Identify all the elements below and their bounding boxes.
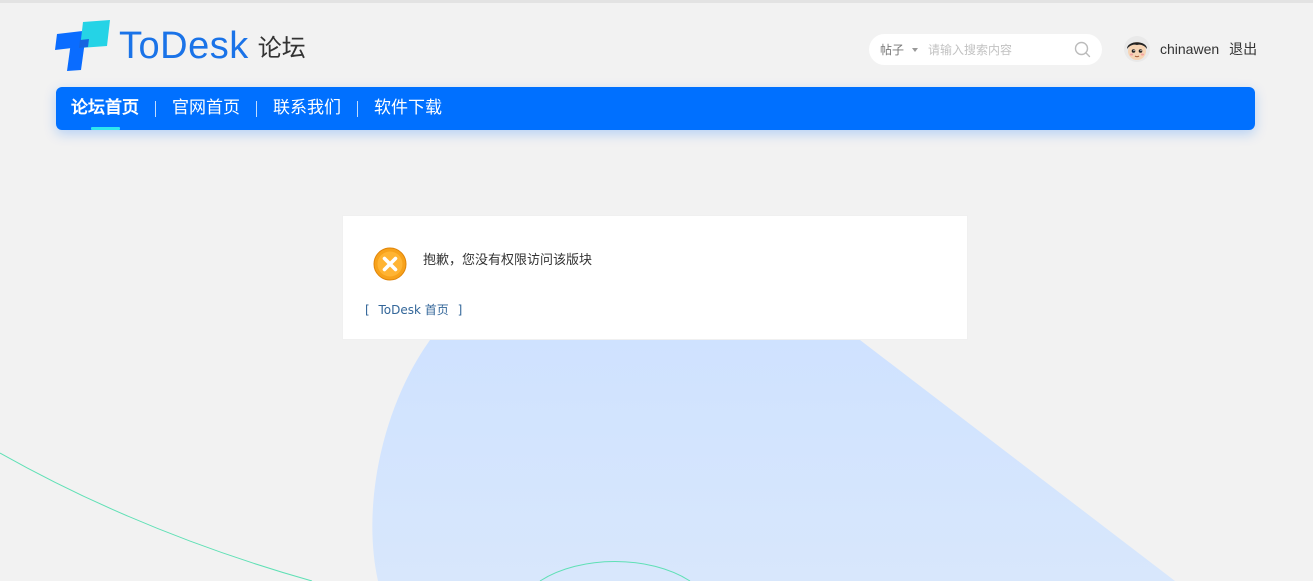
nav-item-official-site[interactable]: 官网首页: [156, 87, 256, 130]
search-box: 帖子: [869, 34, 1102, 65]
avatar[interactable]: [1124, 36, 1150, 62]
nav-item-label: 联系我们: [273, 98, 341, 118]
logout-link[interactable]: 退出: [1229, 39, 1257, 59]
home-link-container: [ ToDesk 首页 ]: [365, 301, 462, 318]
nav-item-label: 官网首页: [172, 98, 240, 118]
nav-item-forum-home[interactable]: 论坛首页: [56, 87, 155, 130]
logo-text: ToDesk: [119, 25, 249, 67]
username[interactable]: chinawen: [1160, 41, 1219, 57]
search-input[interactable]: [928, 42, 1059, 57]
nav-item-label: 论坛首页: [71, 98, 139, 118]
main-nav: 论坛首页 官网首页 联系我们 软件下载: [56, 87, 1255, 130]
error-icon: [373, 247, 407, 281]
nav-item-contact-us[interactable]: 联系我们: [257, 87, 357, 130]
todesk-home-link[interactable]: ToDesk 首页: [379, 303, 449, 317]
nav-item-label: 软件下载: [374, 98, 442, 118]
background-curve-left: [0, 452, 313, 581]
todesk-logo-icon: [55, 20, 110, 71]
user-area: chinawen 退出: [1124, 35, 1257, 63]
search-icon[interactable]: [1074, 41, 1091, 58]
error-message: 抱歉，您没有权限访问该版块: [423, 253, 593, 268]
permission-message-box: 抱歉，您没有权限访问该版块 [ ToDesk 首页 ]: [342, 215, 968, 340]
caret-down-icon: [912, 47, 919, 52]
logo-subtitle: 论坛: [257, 34, 306, 62]
search-type-label: 帖子: [880, 43, 905, 57]
search-type-select[interactable]: 帖子: [880, 41, 919, 58]
bracket-open: [: [365, 303, 370, 317]
logo[interactable]: ToDesk 论坛: [55, 20, 306, 72]
bracket-close: ]: [457, 303, 463, 317]
nav-item-software-download[interactable]: 软件下载: [358, 87, 458, 130]
background-blob: [372, 340, 1175, 581]
nav-active-indicator: [91, 127, 120, 130]
